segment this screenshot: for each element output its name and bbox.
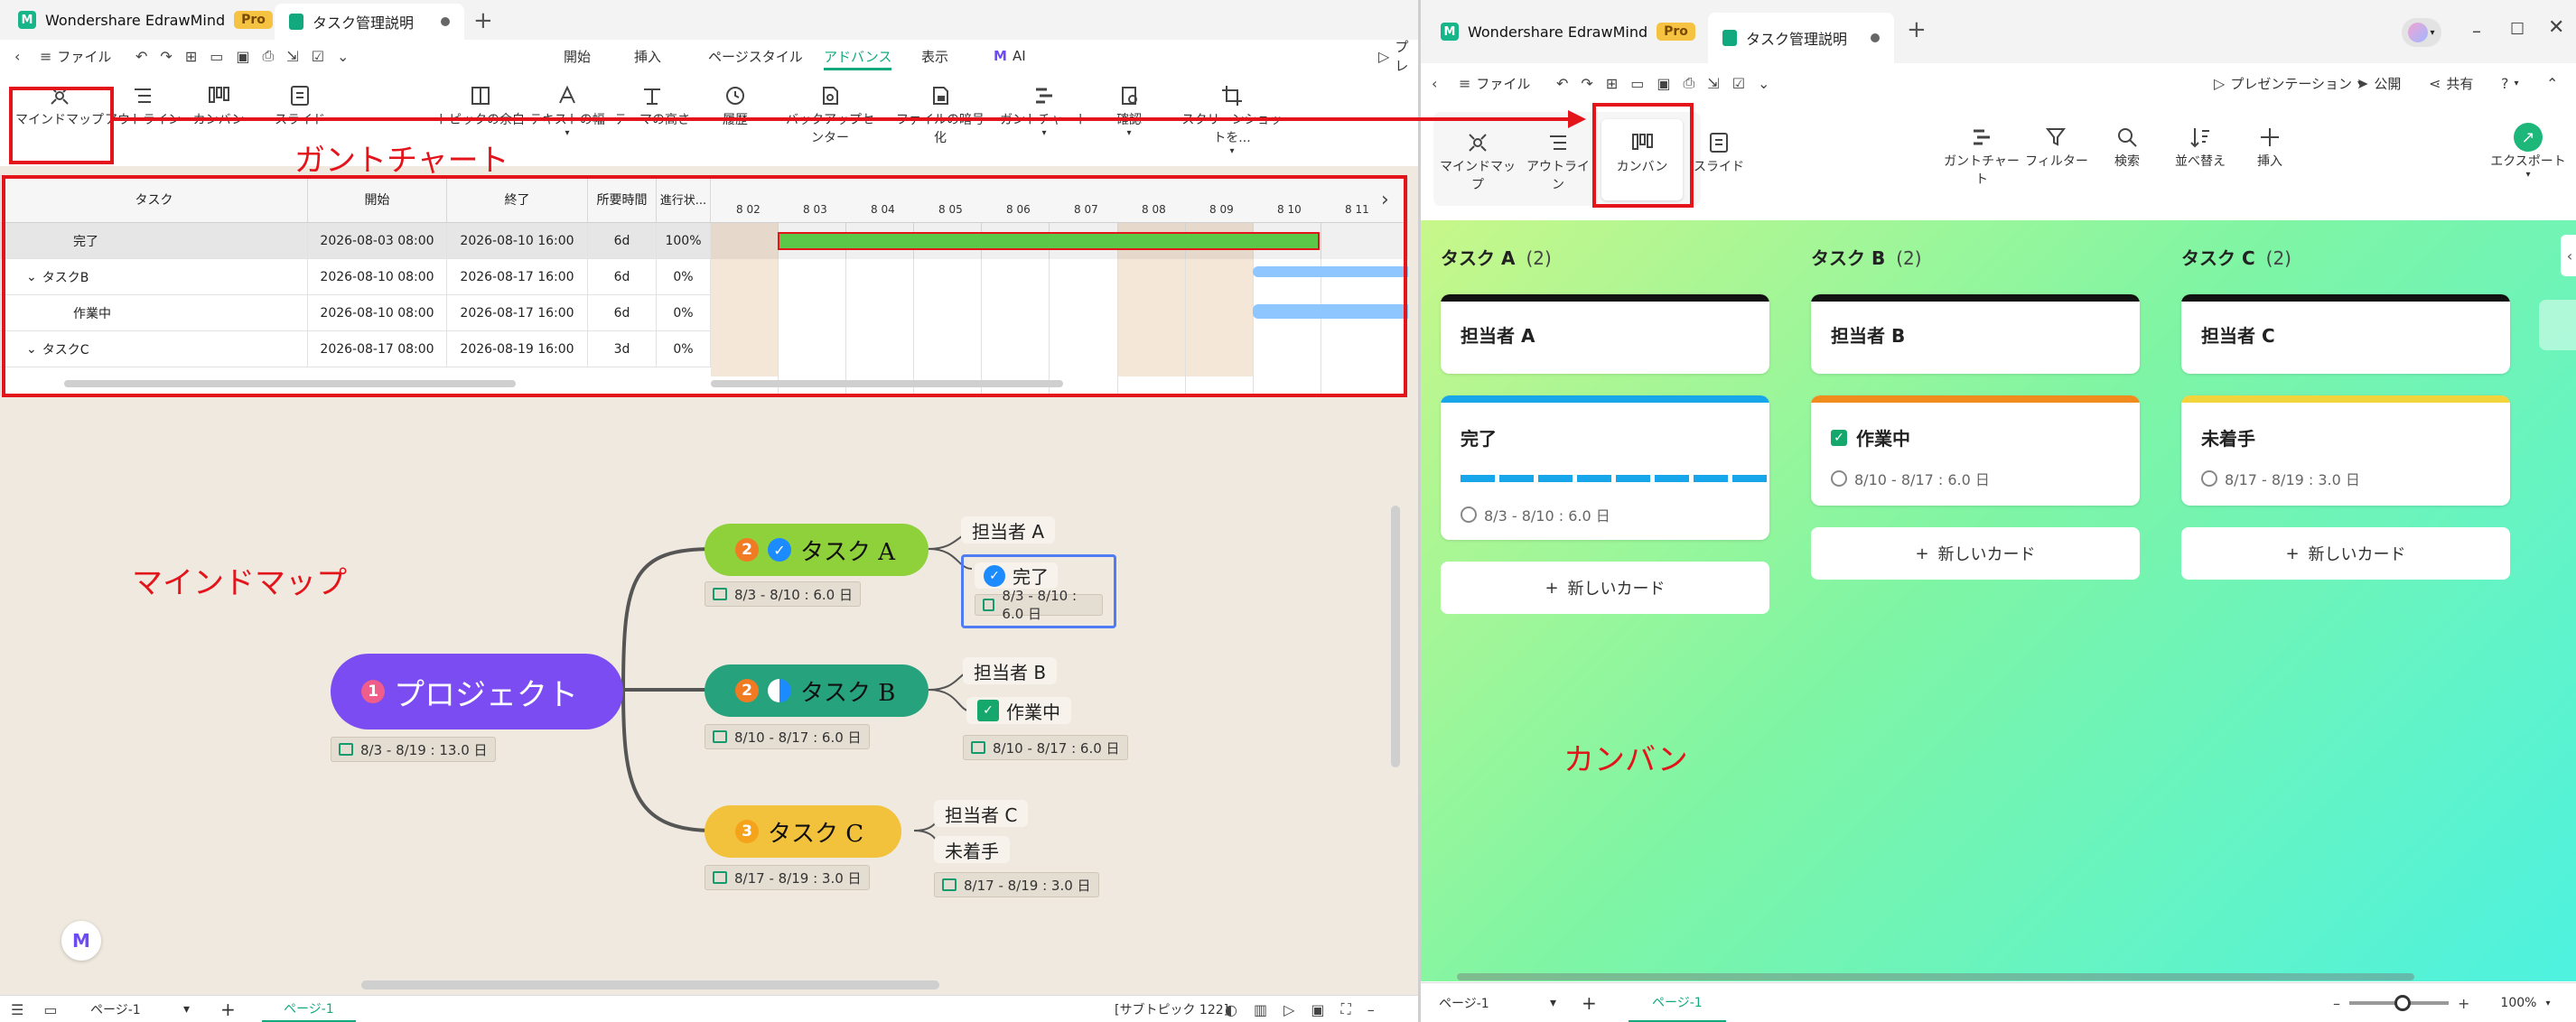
annotation-arrow bbox=[114, 110, 1586, 128]
